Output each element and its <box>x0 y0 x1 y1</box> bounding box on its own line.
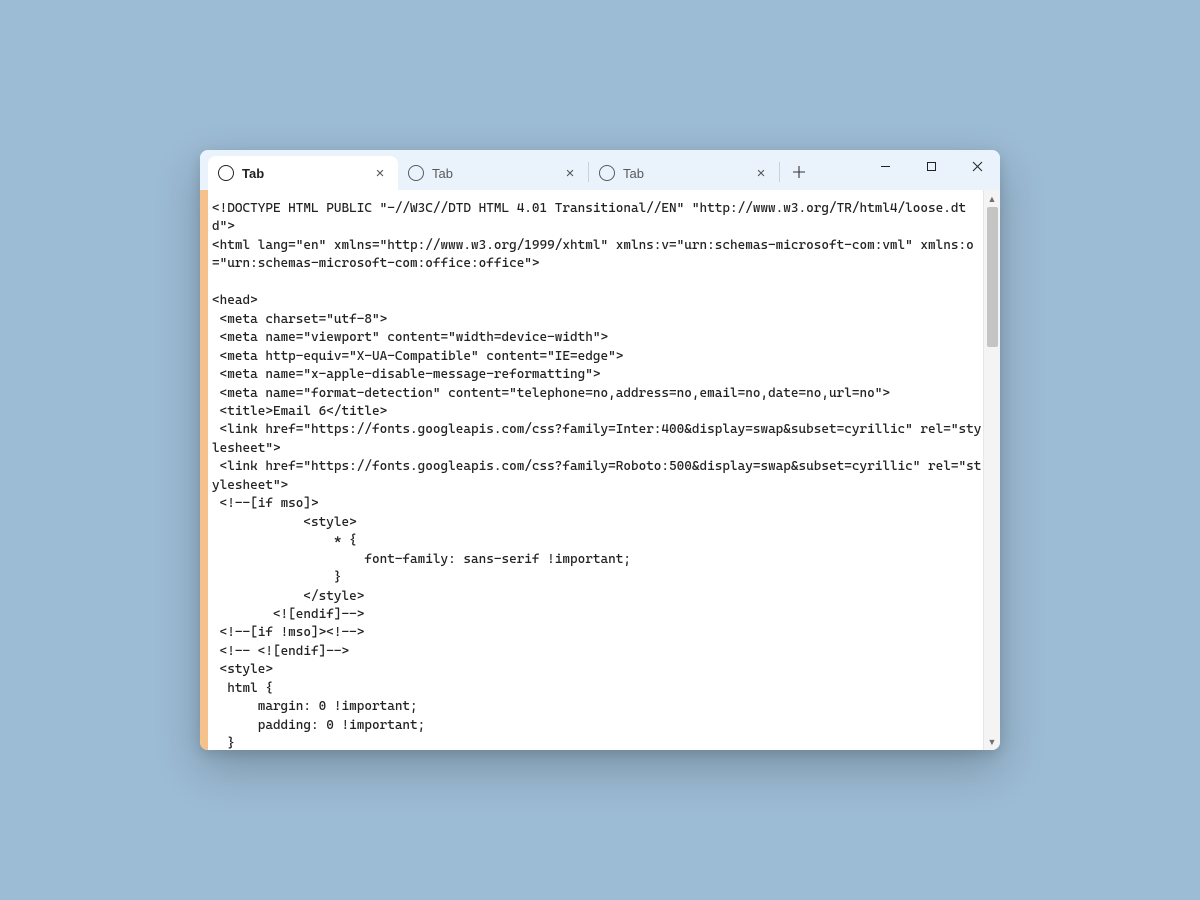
tab-close-icon[interactable]: × <box>560 163 580 183</box>
titlebar: Tab × Tab × Tab × <box>200 150 1000 190</box>
scroll-up-icon[interactable]: ▲ <box>984 190 1001 207</box>
scroll-down-icon[interactable]: ▼ <box>984 733 1001 750</box>
tab-3[interactable]: Tab × <box>589 156 779 190</box>
tab-strip: Tab × Tab × Tab × <box>200 150 862 190</box>
content-area: <!DOCTYPE HTML PUBLIC "-//W3C//DTD HTML … <box>200 190 1000 750</box>
tab-label: Tab <box>432 166 560 181</box>
gutter-left <box>200 190 208 750</box>
tab-favicon-icon <box>599 165 615 181</box>
tab-label: Tab <box>242 166 370 181</box>
scrollbar-track[interactable] <box>984 207 1000 733</box>
scrollbar-thumb[interactable] <box>987 207 998 347</box>
vertical-scrollbar[interactable]: ▲ ▼ <box>983 190 1000 750</box>
tab-label: Tab <box>623 166 751 181</box>
code-view[interactable]: <!DOCTYPE HTML PUBLIC "-//W3C//DTD HTML … <box>208 190 992 750</box>
app-window: Tab × Tab × Tab × <box>200 150 1000 750</box>
minimize-button[interactable] <box>862 150 908 182</box>
new-tab-button[interactable] <box>784 157 814 187</box>
tab-2[interactable]: Tab × <box>398 156 588 190</box>
close-button[interactable] <box>954 150 1000 182</box>
tab-close-icon[interactable]: × <box>751 163 771 183</box>
tab-1[interactable]: Tab × <box>208 156 398 190</box>
tab-favicon-icon <box>218 165 234 181</box>
tab-divider <box>779 162 780 182</box>
window-controls <box>862 150 1000 190</box>
tab-close-icon[interactable]: × <box>370 163 390 183</box>
maximize-button[interactable] <box>908 150 954 182</box>
tab-favicon-icon <box>408 165 424 181</box>
